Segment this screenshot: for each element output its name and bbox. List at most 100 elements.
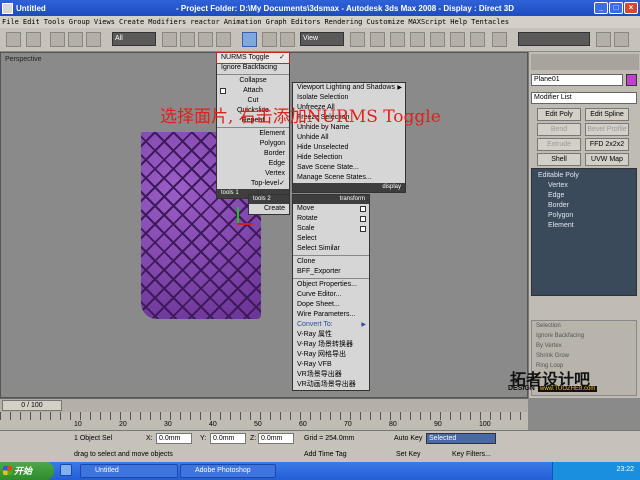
menu-item-scale[interactable]: Scale (293, 224, 369, 234)
menu-item-vray-scene-converter[interactable]: V-Ray 场景转换器 (293, 340, 369, 350)
redo-icon[interactable] (26, 32, 41, 47)
move-icon[interactable] (242, 32, 257, 47)
menu-customize[interactable]: Customize (364, 18, 406, 26)
select-by-name-icon[interactable] (180, 32, 195, 47)
menu-item-dope-sheet[interactable]: Dope Sheet... (293, 300, 369, 310)
menu-item-save-scene-state[interactable]: Save Scene State... (293, 163, 405, 173)
maximize-button[interactable]: □ (609, 2, 623, 14)
menu-item-vray-properties[interactable]: V-Ray 属性 (293, 330, 369, 340)
mirror-icon[interactable] (492, 32, 507, 47)
rollout-line[interactable]: Shrink Grow (532, 351, 636, 361)
modifier-list-dropdown[interactable]: Modifier List (531, 92, 637, 104)
menu-item-hide-unselected[interactable]: Hide Unselected (293, 143, 405, 153)
close-button[interactable]: × (624, 2, 638, 14)
ref-coord-dropdown[interactable]: View (300, 32, 344, 46)
menu-file[interactable]: File (0, 18, 21, 26)
time-slider[interactable]: 0 / 100 (0, 398, 528, 412)
key-mode-dropdown[interactable]: Selected (426, 433, 496, 444)
x-coordinate-field[interactable]: 0.0mm (156, 433, 192, 444)
render-icon[interactable] (614, 32, 629, 47)
menu-item-wire-parameters[interactable]: Wire Parameters... (293, 310, 369, 320)
menu-item-vertex[interactable]: Vertex (217, 169, 289, 179)
bind-space-warp-icon[interactable] (86, 32, 101, 47)
unlink-icon[interactable] (68, 32, 83, 47)
object-name-field[interactable]: Plane01 (531, 74, 623, 86)
rollout-line[interactable]: By Vertex (532, 341, 636, 351)
menu-item-unhide-all[interactable]: Unhide All (293, 133, 405, 143)
menu-views[interactable]: Views (92, 18, 117, 26)
uvw-map-button[interactable]: UVW Map (585, 153, 629, 166)
menu-create[interactable]: Create (117, 18, 146, 26)
stack-item-polygon[interactable]: Polygon (532, 211, 636, 221)
menu-edit[interactable]: Edit (21, 18, 42, 26)
edit-poly-button[interactable]: Edit Poly (537, 108, 581, 121)
menu-item-collapse[interactable]: Collapse (217, 76, 289, 86)
menu-item-convert-to[interactable]: Convert To: ▶ (293, 320, 369, 330)
menu-group[interactable]: Group (67, 18, 92, 26)
percent-snap-icon[interactable] (450, 32, 465, 47)
named-selection-dropdown[interactable] (518, 32, 590, 46)
menu-graph-editors[interactable]: Graph Editors (264, 18, 323, 26)
key-filters-button[interactable]: Key Filters... (452, 449, 491, 460)
select-object-icon[interactable] (162, 32, 177, 47)
shell-button[interactable]: Shell (537, 153, 581, 166)
menu-tools[interactable]: Tools (42, 18, 67, 26)
menu-item-rotate[interactable]: Rotate (293, 214, 369, 224)
spinner-snap-icon[interactable] (470, 32, 485, 47)
stack-item-edge[interactable]: Edge (532, 191, 636, 201)
add-time-tag-button[interactable]: Add Time Tag (304, 449, 347, 460)
menu-item-select-similar[interactable]: Select Similar (293, 244, 369, 254)
menu-item-top-level[interactable]: Top-level ✓ (217, 179, 289, 189)
ffd-button[interactable]: FFD 2x2x2 (585, 138, 629, 151)
menu-item-vray-vfb[interactable]: V-Ray VFB (293, 360, 369, 370)
menu-item-manage-scene-states[interactable]: Manage Scene States... (293, 173, 405, 183)
snap-icon[interactable] (410, 32, 425, 47)
minimize-button[interactable]: _ (594, 2, 608, 14)
menu-item-clone[interactable]: Clone (293, 257, 369, 267)
material-editor-icon[interactable] (596, 32, 611, 47)
menu-help[interactable]: Help (448, 18, 469, 26)
extrude-button[interactable]: Extrude (537, 138, 581, 151)
menu-item-select[interactable]: Select (293, 234, 369, 244)
menu-modifiers[interactable]: Modifiers (146, 18, 188, 26)
angle-snap-icon[interactable] (430, 32, 445, 47)
move-gizmo-x-axis[interactable] (237, 223, 253, 225)
stack-item-vertex[interactable]: Vertex (532, 181, 636, 191)
menu-item-object-properties[interactable]: Object Properties... (293, 280, 369, 290)
stack-item-element[interactable]: Element (532, 221, 636, 231)
menu-item-nurms-toggle[interactable]: NURMS Toggle ✓ (216, 52, 290, 64)
bend-button[interactable]: Bend (537, 123, 581, 136)
command-panel-tabs[interactable] (531, 54, 639, 70)
menu-maxscript[interactable]: MAXScript (406, 18, 448, 26)
menu-item-move[interactable]: Move (293, 204, 369, 214)
menu-item-curve-editor[interactable]: Curve Editor... (293, 290, 369, 300)
menu-rendering[interactable]: Rendering (322, 18, 364, 26)
menu-item-attach[interactable]: Attach (217, 86, 289, 96)
menu-animation[interactable]: Animation (222, 18, 264, 26)
menu-item-vr-anim-scene-exporter[interactable]: VR动画场景导出器 (293, 380, 369, 390)
bevel-profile-button[interactable]: Bevel Profile (585, 123, 629, 136)
window-crossing-icon[interactable] (216, 32, 231, 47)
edit-spline-button[interactable]: Edit Spline (585, 108, 629, 121)
z-coordinate-field[interactable]: 0.0mm (258, 433, 294, 444)
set-key-button[interactable]: Set Key (396, 449, 421, 460)
menu-item-polygon[interactable]: Polygon (217, 139, 289, 149)
rect-selection-icon[interactable] (198, 32, 213, 47)
undo-icon[interactable] (6, 32, 21, 47)
menu-tentacles[interactable]: Tentacles (469, 18, 511, 26)
viewport-label[interactable]: Perspective (5, 56, 42, 63)
menu-item-bff-exporter[interactable]: BFF_Exporter (293, 267, 369, 277)
stack-item-border[interactable]: Border (532, 201, 636, 211)
stack-item-editable-poly[interactable]: Editable Poly (532, 171, 636, 181)
scale-icon[interactable] (280, 32, 295, 47)
track-bar[interactable]: 10 20 30 40 50 60 70 80 90 100 (0, 412, 528, 430)
quick-launch-icon[interactable] (60, 464, 72, 476)
taskbar-item-photoshop[interactable]: Adobe Photoshop (180, 464, 276, 478)
menu-item-viewport-lighting[interactable]: Viewport Lighting and Shadows ▶ (293, 83, 405, 93)
start-button[interactable]: 开始 (0, 462, 54, 480)
taskbar-item-untitled[interactable]: Untitled (80, 464, 178, 478)
select-link-icon[interactable] (50, 32, 65, 47)
menu-reactor[interactable]: reactor (188, 18, 222, 26)
rollout-line[interactable]: Ignore Backfacing (532, 331, 636, 341)
selection-filter-dropdown[interactable]: All (112, 32, 156, 46)
